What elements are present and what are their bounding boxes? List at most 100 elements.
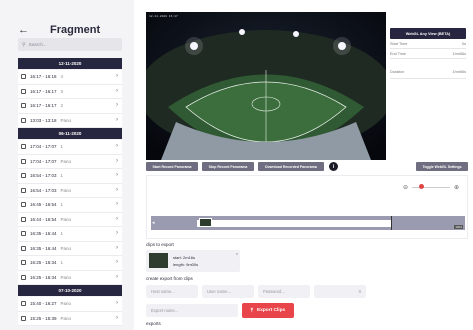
zoom-slider-handle[interactable] xyxy=(419,184,425,189)
clip-length: length: 9m00s xyxy=(173,262,199,267)
user-name-input[interactable]: User name... xyxy=(202,285,254,298)
chevron-right-icon: › xyxy=(116,273,118,280)
recording-time: 16:35 - 16:44 xyxy=(30,245,57,251)
recording-count: 2 xyxy=(60,103,64,109)
recording-item[interactable]: 16:17 - 16:18 4 › xyxy=(18,70,122,85)
page-title: Fragment xyxy=(50,24,101,36)
start-record-button[interactable]: Start Record Panorama xyxy=(146,162,198,171)
recording-item[interactable]: 16:17 - 16:17 3 › xyxy=(18,84,122,99)
chevron-right-icon: › xyxy=(116,102,118,108)
close-icon[interactable]: × xyxy=(236,251,238,256)
recording-time: 16:45 - 16:54 xyxy=(30,202,57,208)
calendar-icon xyxy=(21,144,26,150)
recording-time: 16:44 - 16:54 xyxy=(30,216,57,222)
toggle-webgl-button[interactable]: Toggle WebGL Settings xyxy=(416,162,468,171)
zoom-in-icon[interactable]: ⊕ xyxy=(454,184,459,191)
info-icon[interactable]: i xyxy=(329,162,338,171)
search-input[interactable]: ⚲ Search... xyxy=(18,38,122,51)
calendar-icon xyxy=(21,88,26,94)
start-time-row: Start Time 0s xyxy=(390,39,466,49)
recording-count: 1 xyxy=(60,202,64,208)
chevron-right-icon: › xyxy=(116,73,118,79)
timeline-clip-thumbnail[interactable] xyxy=(199,218,212,227)
stop-record-button[interactable]: Stop Record Panorama xyxy=(202,162,254,171)
recording-item[interactable]: 16:35 - 16:44 1 › xyxy=(18,227,122,242)
port-input[interactable]: 0 xyxy=(314,285,366,298)
recording-time: 16:17 - 16:18 xyxy=(30,74,57,80)
calendar-icon xyxy=(21,202,26,208)
recording-count: 1 xyxy=(60,173,64,179)
recording-count: 1 xyxy=(60,144,64,150)
clip-start: start: 2m16s xyxy=(173,255,196,260)
recording-time: 17:04 - 17:07 xyxy=(30,158,57,164)
recording-count: Pano xyxy=(60,117,72,123)
calendar-icon xyxy=(21,187,26,193)
duration-label: Duration xyxy=(390,69,405,74)
calendar-icon xyxy=(21,216,26,222)
recording-item[interactable]: 17:04 - 17:07 Pano › xyxy=(18,154,122,169)
end-time-value: 1hm56s xyxy=(452,51,466,56)
chevron-right-icon: › xyxy=(116,215,118,222)
recording-item[interactable]: 15:40 - 16:27 Pano › xyxy=(18,297,122,312)
recording-count: Pano xyxy=(60,245,72,251)
recording-time: 15:40 - 16:27 xyxy=(30,301,57,307)
chevron-right-icon: › xyxy=(116,244,118,251)
host-name-input[interactable]: Host name... xyxy=(146,285,198,298)
chevron-right-icon: › xyxy=(116,186,118,193)
recording-time: 16:35 - 16:44 xyxy=(30,231,57,237)
export-name-input[interactable]: Export name... xyxy=(146,304,238,317)
calendar-icon xyxy=(21,231,26,237)
recording-time: 15:25 - 15:39 xyxy=(30,315,57,321)
zoom-out-icon[interactable]: ⊖ xyxy=(403,184,408,191)
calendar-icon xyxy=(21,117,26,123)
recording-item[interactable]: 16:17 - 16:17 2 › xyxy=(18,99,122,114)
timeline-playhead[interactable] xyxy=(391,216,392,230)
video-player[interactable]: 12-11-2020 16:17 xyxy=(146,12,386,160)
timeline-track[interactable]: ◂ 1h01 xyxy=(151,216,465,230)
timeline-start-marker: ◂ xyxy=(152,220,155,226)
date-header: 06-11-2020 xyxy=(18,128,122,139)
calendar-icon xyxy=(21,274,26,280)
export-clips-button[interactable]: ⤒ Export Clips xyxy=(242,303,294,318)
recording-item[interactable]: 16:44 - 16:54 Pano › xyxy=(18,212,122,227)
password-input[interactable]: Password... xyxy=(258,285,310,298)
recording-count: Pano xyxy=(60,301,72,307)
download-record-button[interactable]: Download Recorded Panorama xyxy=(258,162,324,171)
recording-item[interactable]: 16:25 - 16:34 1 › xyxy=(18,256,122,271)
duration-value: 1hm56s xyxy=(452,69,466,74)
calendar-icon xyxy=(21,173,26,179)
start-time-label: Start Time xyxy=(390,41,408,46)
end-time-row: End Time 1hm56s xyxy=(390,49,466,59)
video-timestamp: 12-11-2020 16:17 xyxy=(149,15,178,18)
search-placeholder: Search... xyxy=(28,42,47,47)
duration-row: Duration 1hm56s xyxy=(390,65,466,79)
recording-item[interactable]: 13:03 - 13:18 Pano › xyxy=(18,113,122,128)
calendar-icon xyxy=(21,74,26,80)
zoom-slider[interactable] xyxy=(412,184,450,189)
clip-card[interactable]: start: 2m16s length: 9m00s × xyxy=(146,250,240,272)
export-clips-label: Export Clips xyxy=(256,308,286,313)
recording-time: 16:17 - 16:17 xyxy=(30,103,57,109)
recording-item[interactable]: 17:04 - 17:07 1 › xyxy=(18,140,122,155)
chevron-right-icon: › xyxy=(116,201,118,207)
recording-item[interactable]: 16:35 - 16:44 Pano › xyxy=(18,241,122,256)
recording-item[interactable]: 16:54 - 17:03 1 › xyxy=(18,169,122,184)
timeline-selection[interactable] xyxy=(197,220,391,227)
recording-item[interactable]: 16:25 - 16:34 Pano › xyxy=(18,270,122,285)
calendar-icon xyxy=(21,103,26,109)
recording-time: 16:54 - 17:03 xyxy=(30,173,57,179)
webgl-any-view-button[interactable]: WebGL Any View (BETA) xyxy=(390,28,466,39)
recording-count: 1 xyxy=(60,231,64,237)
date-header: 12-11-2020 xyxy=(18,58,122,69)
calendar-icon xyxy=(21,260,26,266)
date-header: 07-10-2020 xyxy=(18,285,122,296)
recording-item[interactable]: 16:54 - 17:03 Pano › xyxy=(18,183,122,198)
arrow-left-icon[interactable]: ← xyxy=(18,24,32,36)
upload-icon: ⤒ xyxy=(250,307,253,314)
recording-item[interactable]: 15:25 - 15:39 Pano › xyxy=(18,311,122,326)
football-field-image xyxy=(146,12,386,160)
chevron-right-icon: › xyxy=(116,157,118,164)
recording-item[interactable]: 16:45 - 16:54 1 › xyxy=(18,198,122,213)
chevron-right-icon: › xyxy=(116,172,118,178)
recording-time: 13:03 - 13:18 xyxy=(30,117,57,123)
